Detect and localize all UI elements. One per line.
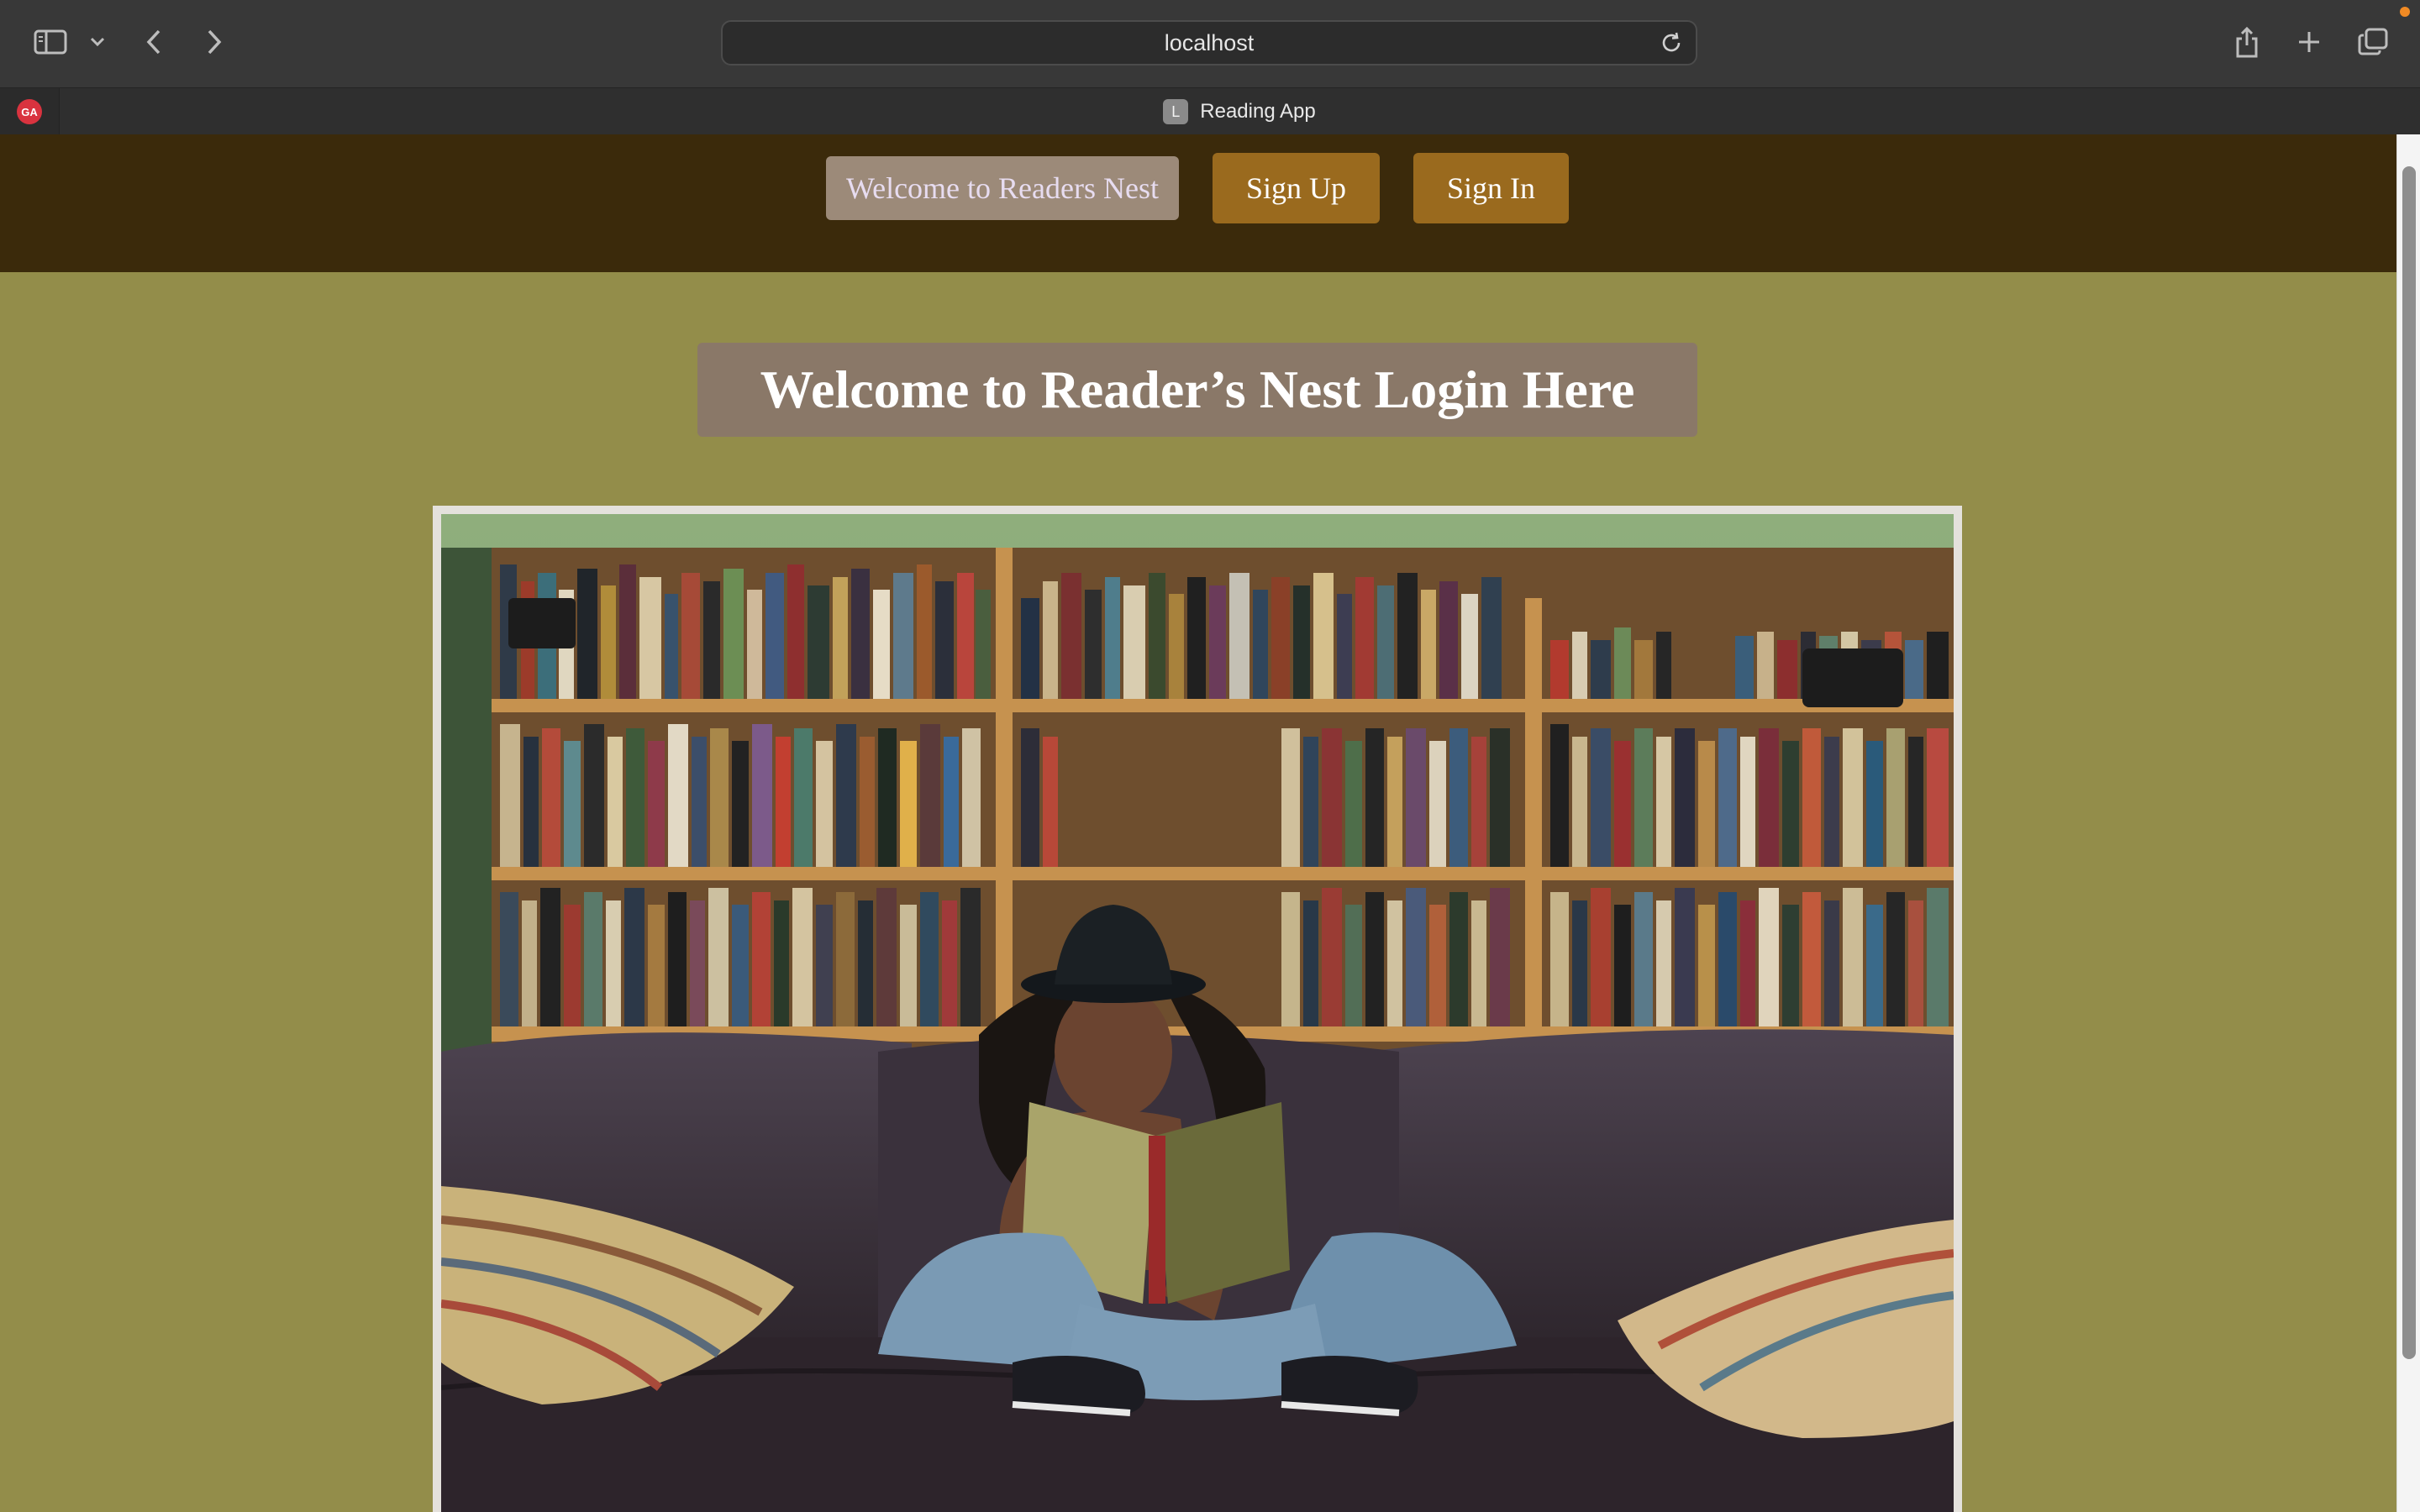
scrollbar-thumb[interactable] [2402,166,2416,1359]
sidebar-toggle-icon[interactable] [32,27,69,57]
tab-title: Reading App [1200,100,1316,123]
tab-reading-app[interactable]: L Reading App [59,88,2420,135]
notification-dot [2400,7,2410,17]
tab-bar: GA L Reading App [0,87,2420,135]
page-scrollbar[interactable] [2396,134,2420,1512]
share-icon[interactable] [2230,24,2264,60]
chevron-down-icon[interactable] [87,32,108,52]
page-title: Welcome to Reader’s Nest Login Here [697,343,1697,437]
forward-arrow-icon[interactable] [200,27,229,57]
reload-icon[interactable] [1659,30,1684,60]
home-brand-button[interactable]: Welcome to Readers Nest [826,156,1179,220]
address-bar[interactable]: localhost [721,20,1697,66]
sign-up-button[interactable]: Sign Up [1213,153,1380,223]
hero-image [433,506,1962,1512]
browser-chrome: localhost GA L Reading App [0,0,2420,135]
new-tab-plus-icon[interactable] [2292,25,2326,59]
reader-illustration [441,514,1954,1512]
page-viewport: Welcome to Readers Nest Sign Up Sign In … [0,134,2420,1512]
tab-favicon-icon: L [1163,99,1189,124]
ga-favicon-icon: GA [17,99,42,124]
browser-toolbar: localhost [0,0,2420,87]
site-header: Welcome to Readers Nest Sign Up Sign In [0,134,2396,272]
tab-overview-icon[interactable] [2354,25,2391,59]
back-arrow-icon[interactable] [139,27,168,57]
url-text: localhost [1164,29,1255,55]
pinned-tab[interactable]: GA [0,88,60,135]
sign-in-button[interactable]: Sign In [1413,153,1569,223]
